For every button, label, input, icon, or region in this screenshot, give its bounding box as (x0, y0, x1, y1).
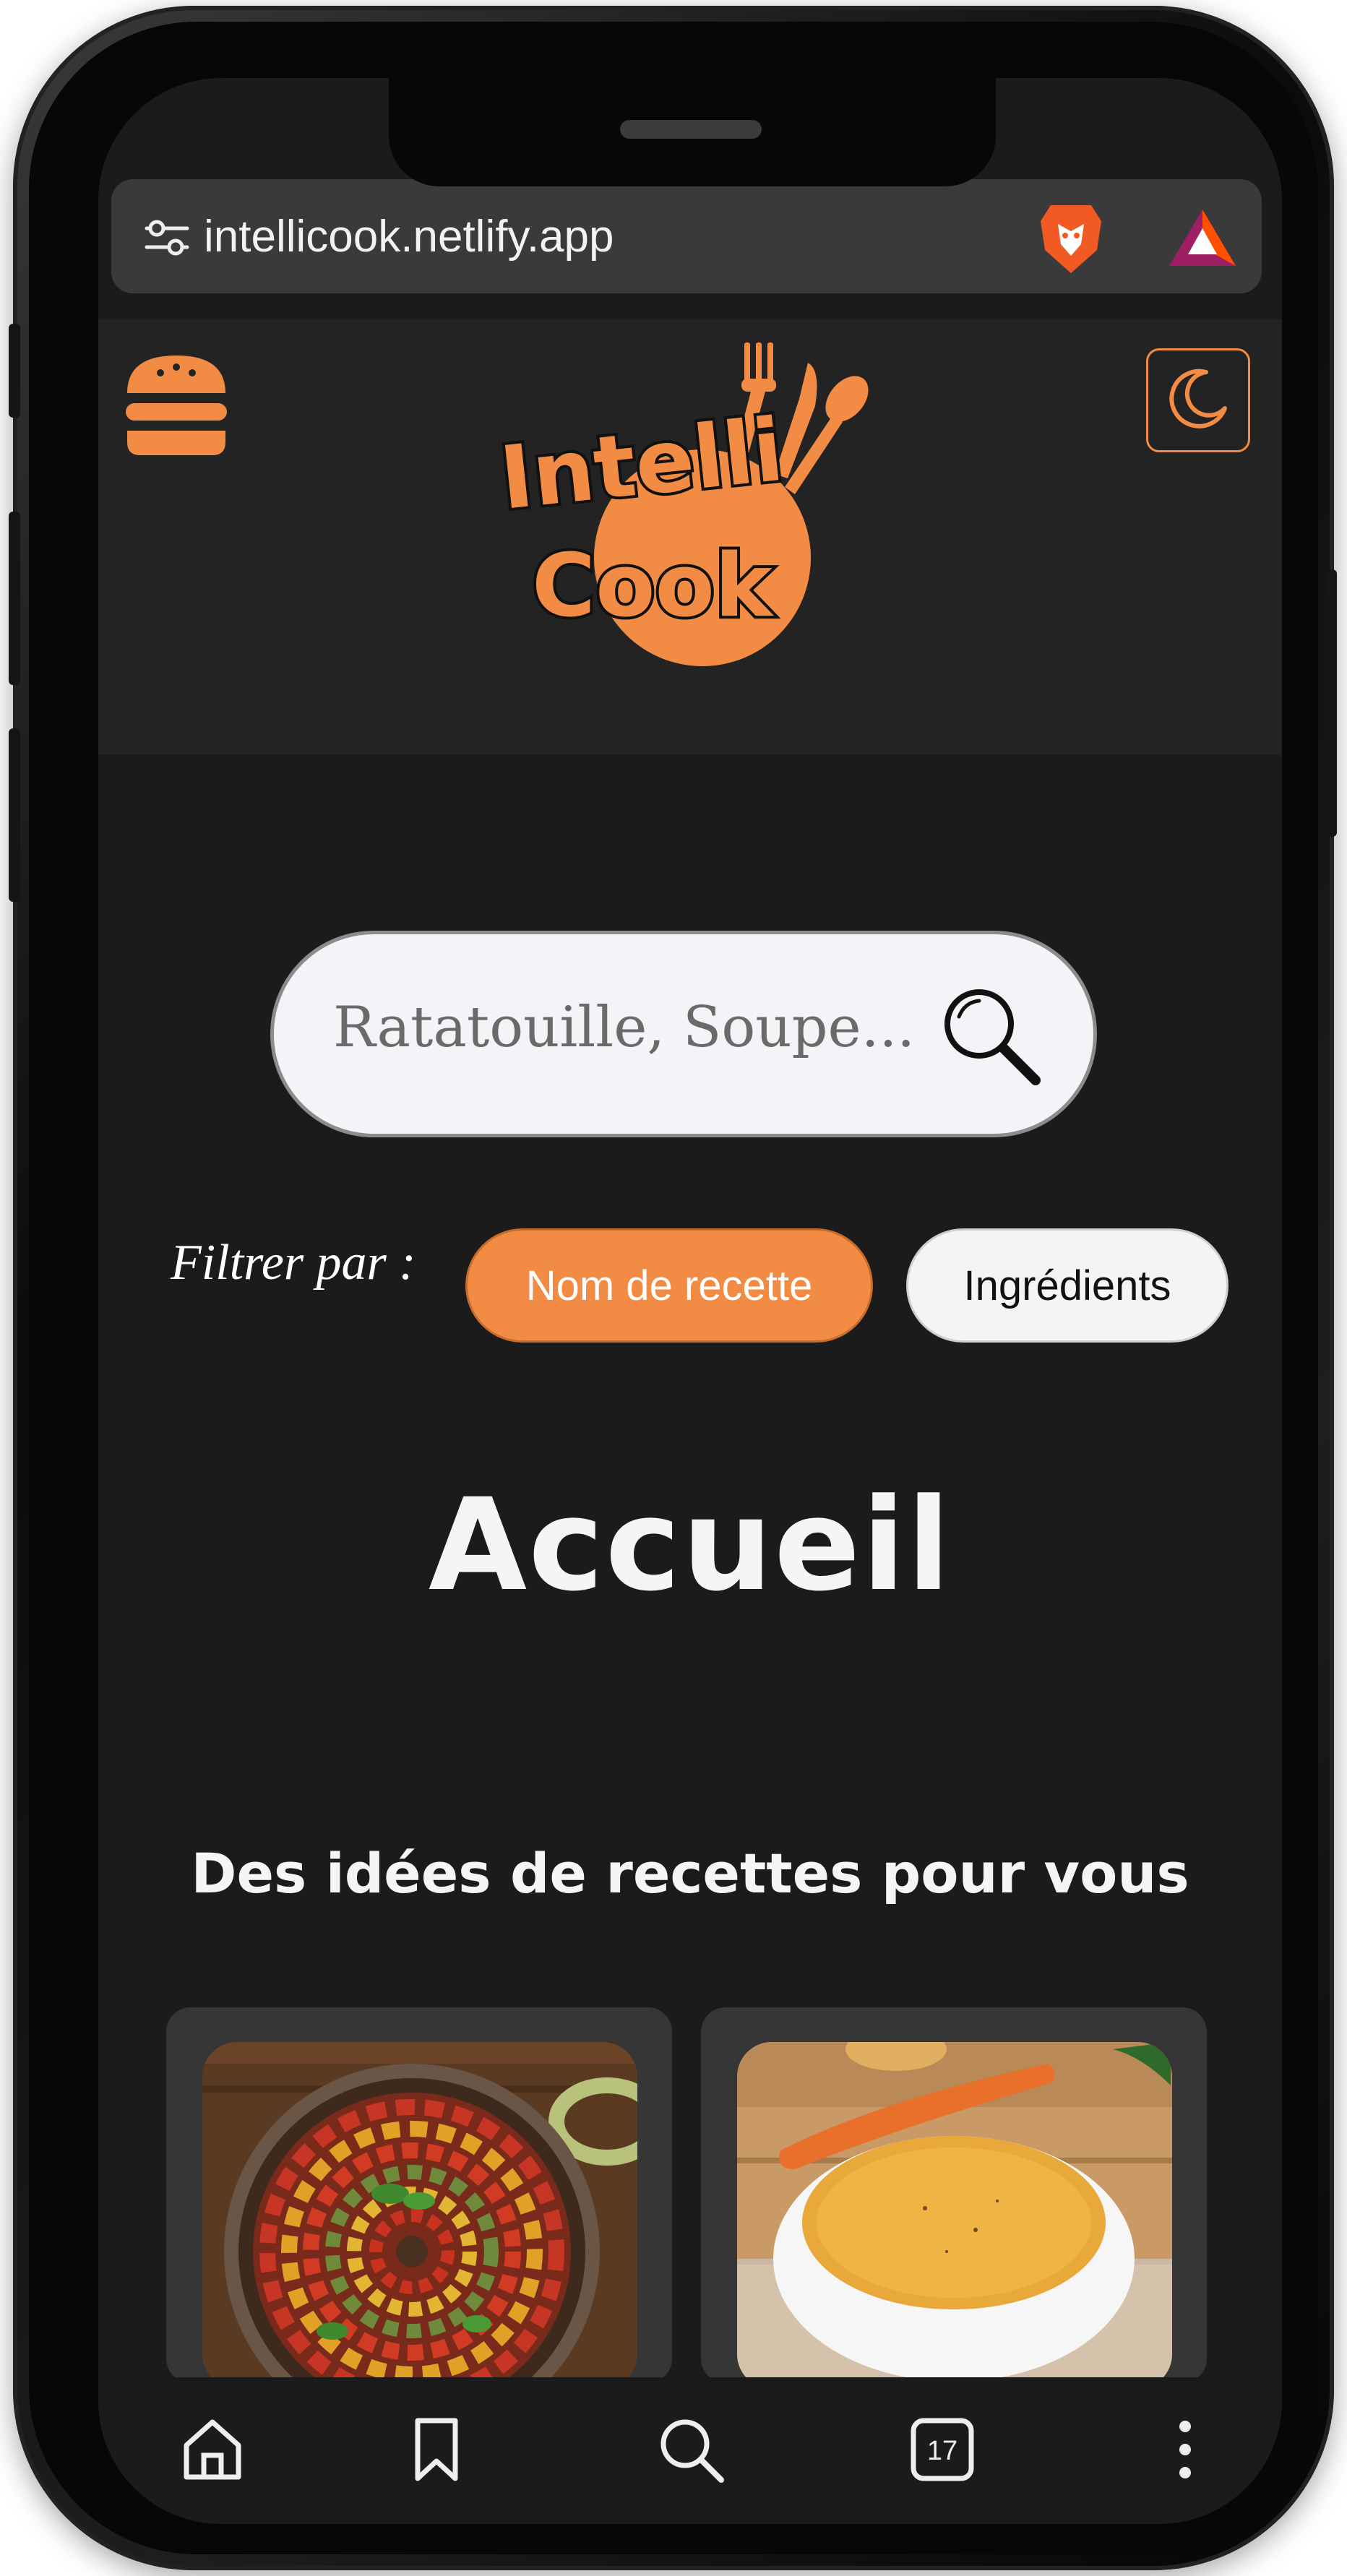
power-button (1325, 569, 1337, 837)
filter-chip-recipe-name[interactable]: Nom de recette (465, 1228, 873, 1343)
section-title: Des idées de recettes pour vous (191, 1841, 1189, 1905)
tab-count: 17 (927, 2436, 957, 2466)
browser-bottom-nav: 17 (98, 2377, 1282, 2524)
screen: intellicook.netlify.app Intelli Cook Rat… (98, 78, 1282, 2524)
tune-icon[interactable] (144, 214, 190, 264)
url-bar[interactable]: intellicook.netlify.app (111, 179, 1262, 293)
magnifier-icon[interactable] (937, 982, 1046, 1094)
search-icon[interactable] (655, 2413, 727, 2489)
speaker-grille (620, 120, 762, 139)
volume-down-button (9, 728, 20, 902)
recipe-image-soup[interactable] (737, 2042, 1172, 2383)
theme-toggle-button[interactable] (1146, 348, 1250, 452)
recipe-card-ratatouille[interactable] (166, 2007, 672, 2383)
recipe-image-ratatouille[interactable] (202, 2042, 637, 2383)
phone-frame: intellicook.netlify.app Intelli Cook Rat… (9, 6, 1337, 2570)
filter-chip-ingredients[interactable]: Ingrédients (906, 1228, 1228, 1343)
site-header: Intelli Cook (98, 319, 1282, 754)
url-text[interactable]: intellicook.netlify.app (204, 211, 614, 262)
more-icon[interactable] (1149, 2413, 1221, 2489)
search-bar[interactable]: Ratatouille, Soupe... (270, 931, 1097, 1137)
brave-lion-icon[interactable] (1036, 199, 1106, 281)
bookmark-icon[interactable] (400, 2413, 473, 2489)
page-title: Accueil (428, 1471, 952, 1619)
logo-text-line2: Cook (532, 536, 775, 637)
moon-icon (1166, 366, 1231, 435)
intellicook-logo[interactable]: Intelli Cook (489, 341, 893, 684)
home-icon[interactable] (176, 2413, 249, 2489)
recipe-card-soup[interactable] (701, 2007, 1207, 2383)
volume-up-button (9, 512, 20, 685)
hamburger-menu-icon[interactable] (123, 351, 230, 463)
filter-label: Filtrer par : (171, 1235, 416, 1291)
side-button (9, 324, 20, 418)
tabs-icon[interactable]: 17 (906, 2413, 978, 2489)
search-input[interactable]: Ratatouille, Soupe... (333, 995, 915, 1060)
bat-triangle-icon[interactable] (1166, 207, 1239, 272)
